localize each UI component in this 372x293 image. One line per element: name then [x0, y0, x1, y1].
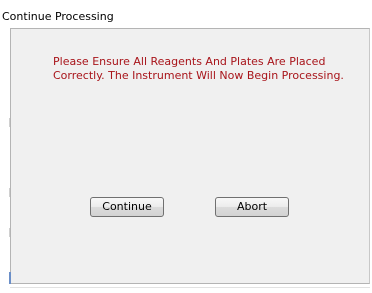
- continue-button[interactable]: Continue: [90, 197, 164, 217]
- abort-button[interactable]: Abort: [215, 197, 289, 217]
- border-tick: [9, 118, 10, 127]
- resize-handle[interactable]: [9, 272, 11, 284]
- dialog-window: Continue Processing Please Ensure All Re…: [0, 0, 372, 293]
- border-tick: [9, 228, 10, 237]
- message-line-1: Please Ensure All Reagents And Plates Ar…: [53, 55, 326, 68]
- window-title: Continue Processing: [2, 10, 114, 23]
- dialog-panel: Please Ensure All Reagents And Plates Ar…: [10, 28, 370, 284]
- instruction-message: Please Ensure All Reagents And Plates Ar…: [53, 55, 353, 83]
- border-tick: [9, 188, 10, 197]
- bottom-divider: [10, 287, 370, 288]
- message-line-2: Correctly. The Instrument Will Now Begin…: [53, 69, 344, 82]
